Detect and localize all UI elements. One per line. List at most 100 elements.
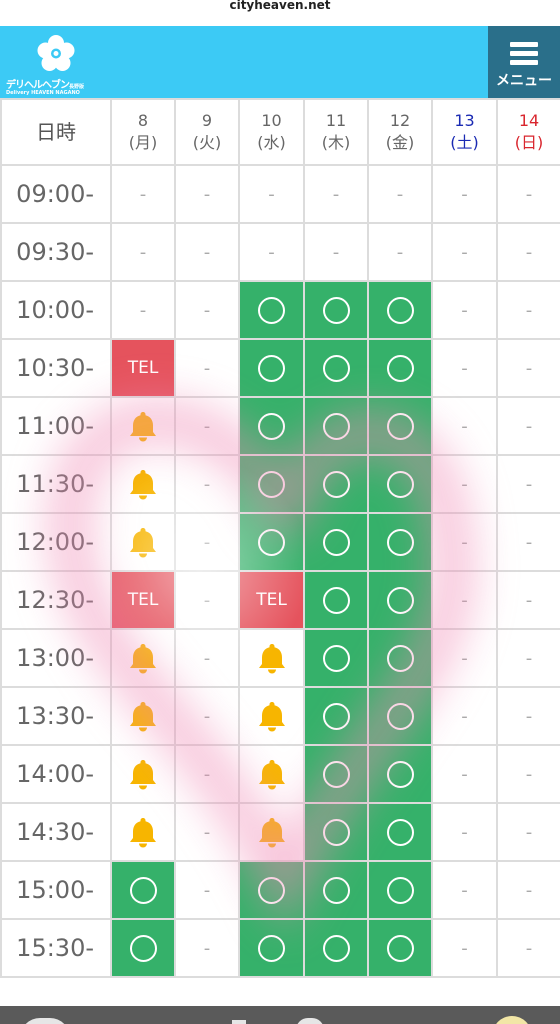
- available-circle-icon: [386, 644, 414, 672]
- available-circle-icon: [322, 702, 350, 730]
- slot-available[interactable]: [303, 512, 369, 572]
- available-circle-icon: [322, 296, 350, 324]
- slot-available[interactable]: [367, 802, 433, 862]
- slot-available[interactable]: [303, 454, 369, 514]
- bell-icon: [257, 758, 287, 790]
- schedule-row: 14:00- - - -: [0, 744, 560, 804]
- slot-unavailable: -: [110, 222, 176, 282]
- time-label: 12:30-: [0, 570, 112, 630]
- slot-available[interactable]: [367, 512, 433, 572]
- slot-unavailable: -: [174, 802, 240, 862]
- time-label: 13:30-: [0, 686, 112, 746]
- available-circle-icon: [386, 934, 414, 962]
- available-circle-icon: [386, 296, 414, 324]
- slot-available[interactable]: [110, 860, 176, 920]
- slot-unavailable: -: [303, 222, 369, 282]
- slot-available[interactable]: [238, 860, 305, 920]
- slot-available[interactable]: [303, 396, 369, 456]
- slot-available[interactable]: [238, 918, 305, 978]
- slot-unavailable: -: [431, 570, 498, 630]
- slot-notify[interactable]: [238, 802, 305, 862]
- slot-notify[interactable]: [110, 686, 176, 746]
- flower-logo-icon: [37, 35, 75, 71]
- slot-unavailable: -: [174, 338, 240, 398]
- slot-available[interactable]: [238, 454, 305, 514]
- slot-available[interactable]: [303, 338, 369, 398]
- slot-notify[interactable]: [238, 744, 305, 804]
- toolbar-item[interactable]: [492, 1016, 532, 1024]
- slot-available[interactable]: [367, 628, 433, 688]
- slot-unavailable: -: [496, 338, 560, 398]
- schedule-table: 日時 8 (月) 9 (火) 10 (水) 11 (木) 12 (金) 13 (土) 14(…: [0, 98, 560, 978]
- available-circle-icon: [322, 470, 350, 498]
- slot-unavailable: -: [174, 280, 240, 340]
- slot-unavailable: -: [496, 512, 560, 572]
- slot-tel[interactable]: TEL: [110, 338, 176, 398]
- bell-icon: [128, 642, 158, 674]
- brand-name: デリヘルヘブン長野版 Delivery HEAVEN NAGANO: [6, 76, 106, 96]
- slot-available[interactable]: [303, 570, 369, 630]
- slot-available[interactable]: [303, 918, 369, 978]
- slot-unavailable: -: [431, 280, 498, 340]
- day-header: 10 (水): [238, 98, 305, 166]
- bell-icon: [128, 758, 158, 790]
- time-label: 15:30-: [0, 918, 112, 978]
- schedule-row: 10:00- - - - -: [0, 280, 560, 340]
- toolbar-item[interactable]: [296, 1018, 324, 1024]
- site-logo[interactable]: デリヘルヘブン長野版 Delivery HEAVEN NAGANO: [6, 32, 106, 96]
- slot-unavailable: -: [496, 802, 560, 862]
- available-circle-icon: [129, 876, 157, 904]
- slot-notify[interactable]: [110, 512, 176, 572]
- slot-available[interactable]: [367, 686, 433, 746]
- slot-available[interactable]: [367, 454, 433, 514]
- toolbar-item[interactable]: [232, 1020, 246, 1024]
- slot-unavailable: -: [303, 164, 369, 224]
- schedule-row: 10:30- TEL - - -: [0, 338, 560, 398]
- slot-available[interactable]: [238, 280, 305, 340]
- toolbar-item[interactable]: [20, 1018, 70, 1024]
- slot-available[interactable]: [367, 860, 433, 920]
- time-label: 12:00-: [0, 512, 112, 572]
- slot-notify[interactable]: [110, 454, 176, 514]
- slot-notify[interactable]: [238, 686, 305, 746]
- slot-available[interactable]: [367, 338, 433, 398]
- slot-unavailable: -: [496, 396, 560, 456]
- slot-tel[interactable]: TEL: [110, 570, 176, 630]
- time-label: 11:30-: [0, 454, 112, 514]
- slot-notify[interactable]: [110, 744, 176, 804]
- time-label: 09:00-: [0, 164, 112, 224]
- slot-unavailable: -: [174, 454, 240, 514]
- slot-available[interactable]: [367, 918, 433, 978]
- menu-button[interactable]: メニュー: [488, 26, 560, 98]
- slot-available[interactable]: [238, 396, 305, 456]
- slot-available[interactable]: [367, 570, 433, 630]
- slot-available[interactable]: [303, 628, 369, 688]
- slot-available[interactable]: [367, 744, 433, 804]
- available-circle-icon: [386, 412, 414, 440]
- bell-icon: [128, 410, 158, 442]
- bell-icon: [257, 700, 287, 732]
- slot-available[interactable]: [303, 280, 369, 340]
- slot-available[interactable]: [367, 396, 433, 456]
- slot-available[interactable]: [303, 744, 369, 804]
- brand-tagline: Delivery HEAVEN NAGANO: [6, 90, 80, 96]
- available-circle-icon: [322, 876, 350, 904]
- slot-available[interactable]: [303, 860, 369, 920]
- slot-notify[interactable]: [110, 628, 176, 688]
- slot-available[interactable]: [238, 512, 305, 572]
- day-header: 9 (火): [174, 98, 240, 166]
- slot-unavailable: -: [431, 454, 498, 514]
- slot-unavailable: -: [238, 222, 305, 282]
- slot-available[interactable]: [303, 686, 369, 746]
- slot-notify[interactable]: [238, 628, 305, 688]
- browser-url[interactable]: cityheaven.net: [0, 0, 560, 26]
- slot-available[interactable]: [238, 338, 305, 398]
- slot-available[interactable]: [367, 280, 433, 340]
- slot-notify[interactable]: [110, 396, 176, 456]
- slot-available[interactable]: [303, 802, 369, 862]
- slot-notify[interactable]: [110, 802, 176, 862]
- day-header-saturday: 13 (土): [431, 98, 498, 166]
- slot-available[interactable]: [110, 918, 176, 978]
- slot-tel[interactable]: TEL: [238, 570, 305, 630]
- slot-unavailable: -: [174, 164, 240, 224]
